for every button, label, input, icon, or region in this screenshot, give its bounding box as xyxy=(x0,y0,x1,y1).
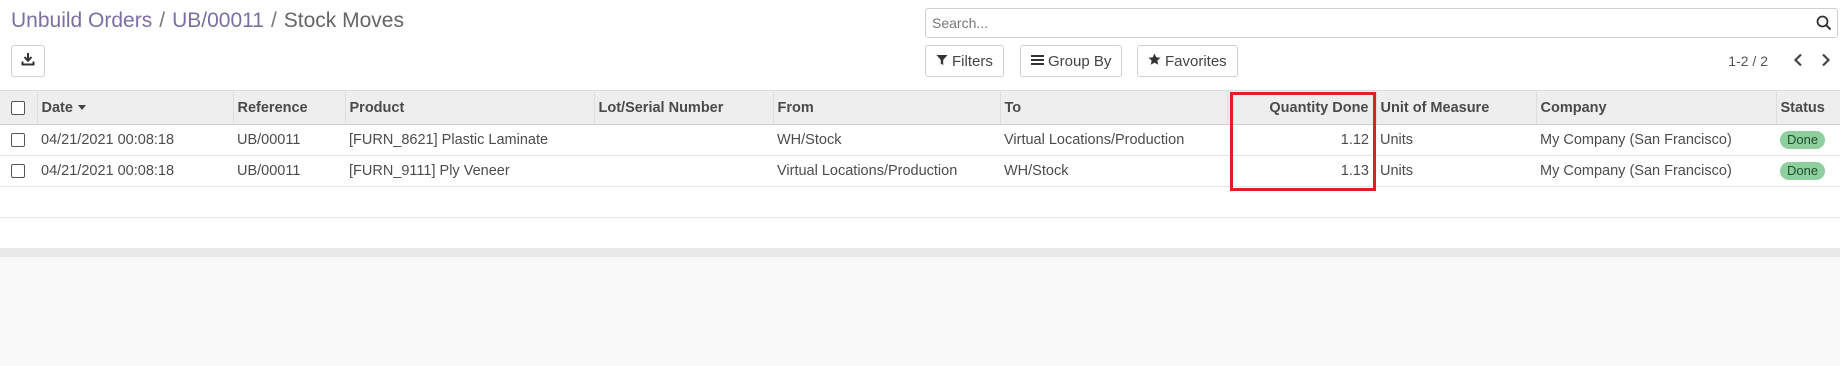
column-header-company[interactable]: Company xyxy=(1536,90,1777,125)
column-header-from[interactable]: From xyxy=(773,90,1001,125)
cell-date: 04/21/2021 00:08:18 xyxy=(37,124,233,156)
list-footer-bar xyxy=(0,248,1840,257)
select-all-checkbox[interactable] xyxy=(11,100,25,115)
breadcrumb-unbuild-order-record[interactable]: UB/00011 xyxy=(172,9,264,32)
column-header-lot-serial-number[interactable]: Lot/Serial Number xyxy=(594,90,774,125)
status-badge: Done xyxy=(1780,162,1826,180)
table-row[interactable]: 04/21/2021 00:08:18 UB/00011 [FURN_8621]… xyxy=(0,124,1840,156)
column-header-label: Status xyxy=(1780,99,1825,116)
search-bar xyxy=(925,8,1838,38)
empty-row xyxy=(0,186,1840,218)
list-icon xyxy=(1031,53,1048,70)
cell-product: [FURN_9111] Ply Veneer xyxy=(345,155,594,187)
column-header-reference[interactable]: Reference xyxy=(233,90,346,125)
row-checkbox[interactable] xyxy=(11,133,25,148)
cell-lot-serial-number xyxy=(594,155,773,187)
filters-button[interactable]: Filters xyxy=(925,45,1004,77)
filters-label: Filters xyxy=(952,52,993,70)
cell-quantity-done: 1.12 xyxy=(1227,124,1376,156)
cell-status: Done xyxy=(1776,155,1840,187)
breadcrumb-unbuild-orders[interactable]: Unbuild Orders xyxy=(11,9,152,32)
row-select-cell xyxy=(0,124,37,156)
status-badge: Done xyxy=(1780,131,1826,149)
chevron-right-icon xyxy=(1821,53,1831,70)
cell-to: WH/Stock xyxy=(1000,155,1227,187)
column-header-date[interactable]: Date xyxy=(37,90,234,125)
filter-icon xyxy=(936,53,952,70)
chevron-left-icon xyxy=(1793,53,1803,70)
breadcrumb-separator: / xyxy=(159,9,166,32)
control-panel: Unbuild Orders / UB/00011 / Stock Moves Filt… xyxy=(0,0,1840,90)
cell-reference: UB/00011 xyxy=(233,155,345,187)
row-select-cell xyxy=(0,155,37,187)
pager-previous-button[interactable] xyxy=(1784,47,1812,75)
pager-next-button[interactable] xyxy=(1812,47,1840,75)
column-header-unit-of-measure[interactable]: Unit of Measure xyxy=(1376,90,1537,125)
cell-company: My Company (San Francisco) xyxy=(1536,124,1776,156)
cell-date: 04/21/2021 00:08:18 xyxy=(37,155,233,187)
cell-from: Virtual Locations/Production xyxy=(773,155,1000,187)
pager: 1-2 / 2 xyxy=(1728,45,1840,77)
table-header-row: Date Reference Product Lot/Serial Number… xyxy=(0,90,1840,125)
page-title: Stock Moves xyxy=(283,9,404,32)
download-icon xyxy=(21,52,35,70)
column-header-label: From xyxy=(777,99,814,116)
favorites-label: Favorites xyxy=(1165,52,1227,70)
cell-quantity-done: 1.13 xyxy=(1227,155,1376,187)
breadcrumb: Unbuild Orders / UB/00011 / Stock Moves xyxy=(11,8,404,33)
column-header-label: Company xyxy=(1540,99,1607,116)
column-header-label: Product xyxy=(349,99,405,116)
cell-unit-of-measure: Units xyxy=(1376,124,1536,156)
cell-from: WH/Stock xyxy=(773,124,1000,156)
column-header-label: Lot/Serial Number xyxy=(598,99,724,116)
export-download-button[interactable] xyxy=(11,45,45,77)
group-by-button[interactable]: Group By xyxy=(1020,45,1123,77)
sort-descending-icon xyxy=(77,105,86,111)
cell-company: My Company (San Francisco) xyxy=(1536,155,1776,187)
stock-moves-table: Date Reference Product Lot/Serial Number… xyxy=(0,90,1840,249)
column-header-label: Date xyxy=(41,99,73,116)
cell-reference: UB/00011 xyxy=(233,124,345,156)
column-header-label: Unit of Measure xyxy=(1380,99,1490,116)
column-header-quantity-done[interactable]: Quantity Done xyxy=(1227,90,1377,125)
cell-status: Done xyxy=(1776,124,1840,156)
cell-to: Virtual Locations/Production xyxy=(1000,124,1227,156)
column-header-to[interactable]: To xyxy=(1000,90,1228,125)
cell-lot-serial-number xyxy=(594,124,773,156)
pager-value[interactable]: 1-2 / 2 xyxy=(1728,53,1768,69)
column-header-product[interactable]: Product xyxy=(345,90,595,125)
column-header-status[interactable]: Status xyxy=(1776,90,1840,125)
favorites-button[interactable]: Favorites xyxy=(1137,45,1238,77)
cell-product: [FURN_8621] Plastic Laminate xyxy=(345,124,594,156)
row-checkbox[interactable] xyxy=(11,164,25,179)
select-all-cell xyxy=(0,90,38,125)
breadcrumb-separator: / xyxy=(270,9,277,32)
cell-unit-of-measure: Units xyxy=(1376,155,1536,187)
empty-row xyxy=(0,217,1840,249)
group-by-label: Group By xyxy=(1048,52,1112,70)
search-input[interactable] xyxy=(932,9,1792,37)
table-row[interactable]: 04/21/2021 00:08:18 UB/00011 [FURN_9111]… xyxy=(0,155,1840,187)
star-icon xyxy=(1148,53,1165,70)
column-header-label: Reference xyxy=(237,99,308,116)
search-icon[interactable] xyxy=(1815,14,1833,32)
column-header-label: To xyxy=(1004,99,1022,116)
column-header-label: Quantity Done xyxy=(1269,99,1369,116)
